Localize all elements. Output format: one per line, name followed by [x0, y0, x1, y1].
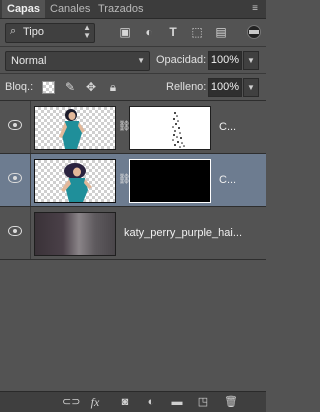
visibility-cell	[0, 154, 31, 206]
panel-menu-icon[interactable]: ≡	[248, 2, 262, 16]
layer-name[interactable]: C...	[219, 174, 259, 186]
filter-kind-value: Tipo	[23, 26, 44, 38]
group-folder-icon[interactable]: ▬	[170, 395, 184, 409]
mask-link-icon[interactable]: ⛓	[118, 173, 131, 187]
smart-object-filter-icon[interactable]: ▤	[214, 25, 228, 39]
layer-row-selected[interactable]: ⛓ C...	[0, 154, 266, 207]
chevron-down-icon: ▼	[137, 56, 145, 65]
eye-icon[interactable]	[8, 120, 22, 130]
panel-tabs: Capas Canales Trazados ≡	[0, 0, 266, 19]
fill-input[interactable]: 100%	[208, 78, 242, 97]
filter-toggle[interactable]	[247, 25, 261, 39]
fill-dropdown-icon[interactable]: ▼	[243, 78, 259, 97]
layer-row[interactable]: katy_perry_purple_hai...	[0, 207, 266, 260]
tab-capas[interactable]: Capas	[2, 0, 46, 18]
opacity-input[interactable]: 100%	[208, 51, 242, 70]
trash-icon[interactable]: 🗑︎	[224, 395, 238, 409]
visibility-cell	[0, 101, 31, 153]
shape-filter-icon[interactable]: ⬚	[190, 25, 204, 39]
lock-transparency-icon[interactable]	[42, 81, 55, 94]
layer-thumbnail[interactable]	[34, 212, 116, 256]
layers-footer: ⊂⊃ fx ◙ ◐ ▬ ◳ 🗑︎	[0, 391, 266, 412]
lock-bar: Bloq.: ✎ ✥ 🔒︎ Relleno: 100% ▼	[0, 74, 266, 101]
layer-name[interactable]: C...	[219, 121, 259, 133]
spinner-icon: ▲ ▼	[83, 23, 91, 40]
blend-mode-select[interactable]: Normal ▼	[5, 51, 150, 71]
add-mask-icon[interactable]: ◙	[118, 395, 132, 409]
blend-bar: Normal ▼ Opacidad: 100% ▼	[0, 47, 266, 74]
lock-label: Bloq.:	[5, 81, 34, 93]
filter-kind-select[interactable]: ⌕ Tipo ▲ ▼	[5, 23, 95, 43]
tab-canales[interactable]: Canales	[45, 0, 95, 18]
adjustment-layer-icon[interactable]: ◐	[144, 395, 158, 409]
layer-name[interactable]: katy_perry_purple_hai...	[124, 227, 260, 239]
opacity-dropdown-icon[interactable]: ▼	[243, 51, 259, 70]
mask-figure-outline-icon	[172, 112, 185, 148]
search-icon: ⌕	[10, 25, 17, 37]
eye-icon[interactable]	[8, 226, 22, 236]
tab-trazados[interactable]: Trazados	[93, 0, 148, 18]
layer-thumbnail[interactable]	[34, 159, 116, 203]
lock-move-icon[interactable]: ✥	[84, 80, 98, 94]
blend-mode-value: Normal	[11, 55, 47, 67]
layer-filter-bar: ⌕ Tipo ▲ ▼ ▣ ◐ T ⬚ ▤	[0, 19, 266, 47]
figure-thumbnail-icon	[59, 109, 85, 149]
fill-label: Relleno:	[166, 81, 207, 93]
new-layer-icon[interactable]: ◳	[196, 395, 210, 409]
mask-link-icon[interactable]: ⛓	[118, 120, 131, 134]
opacity-label: Opacidad:	[156, 54, 207, 66]
type-filter-icon[interactable]: T	[166, 25, 180, 39]
eye-icon[interactable]	[8, 173, 22, 183]
adjustment-filter-icon[interactable]: ◐	[142, 25, 156, 39]
layer-row[interactable]: ⛓ C...	[0, 101, 266, 154]
layer-thumbnail[interactable]	[34, 106, 116, 150]
layer-mask-thumbnail[interactable]	[129, 106, 211, 150]
figure-thumbnail-icon	[61, 163, 92, 202]
lock-all-icon[interactable]: 🔒︎	[106, 80, 120, 94]
fx-icon[interactable]: fx	[88, 395, 102, 409]
visibility-cell	[0, 207, 31, 259]
link-layers-icon[interactable]: ⊂⊃	[62, 395, 80, 409]
lock-brush-icon[interactable]: ✎	[63, 80, 77, 94]
image-filter-icon[interactable]: ▣	[118, 25, 132, 39]
layer-mask-thumbnail[interactable]	[129, 159, 211, 203]
